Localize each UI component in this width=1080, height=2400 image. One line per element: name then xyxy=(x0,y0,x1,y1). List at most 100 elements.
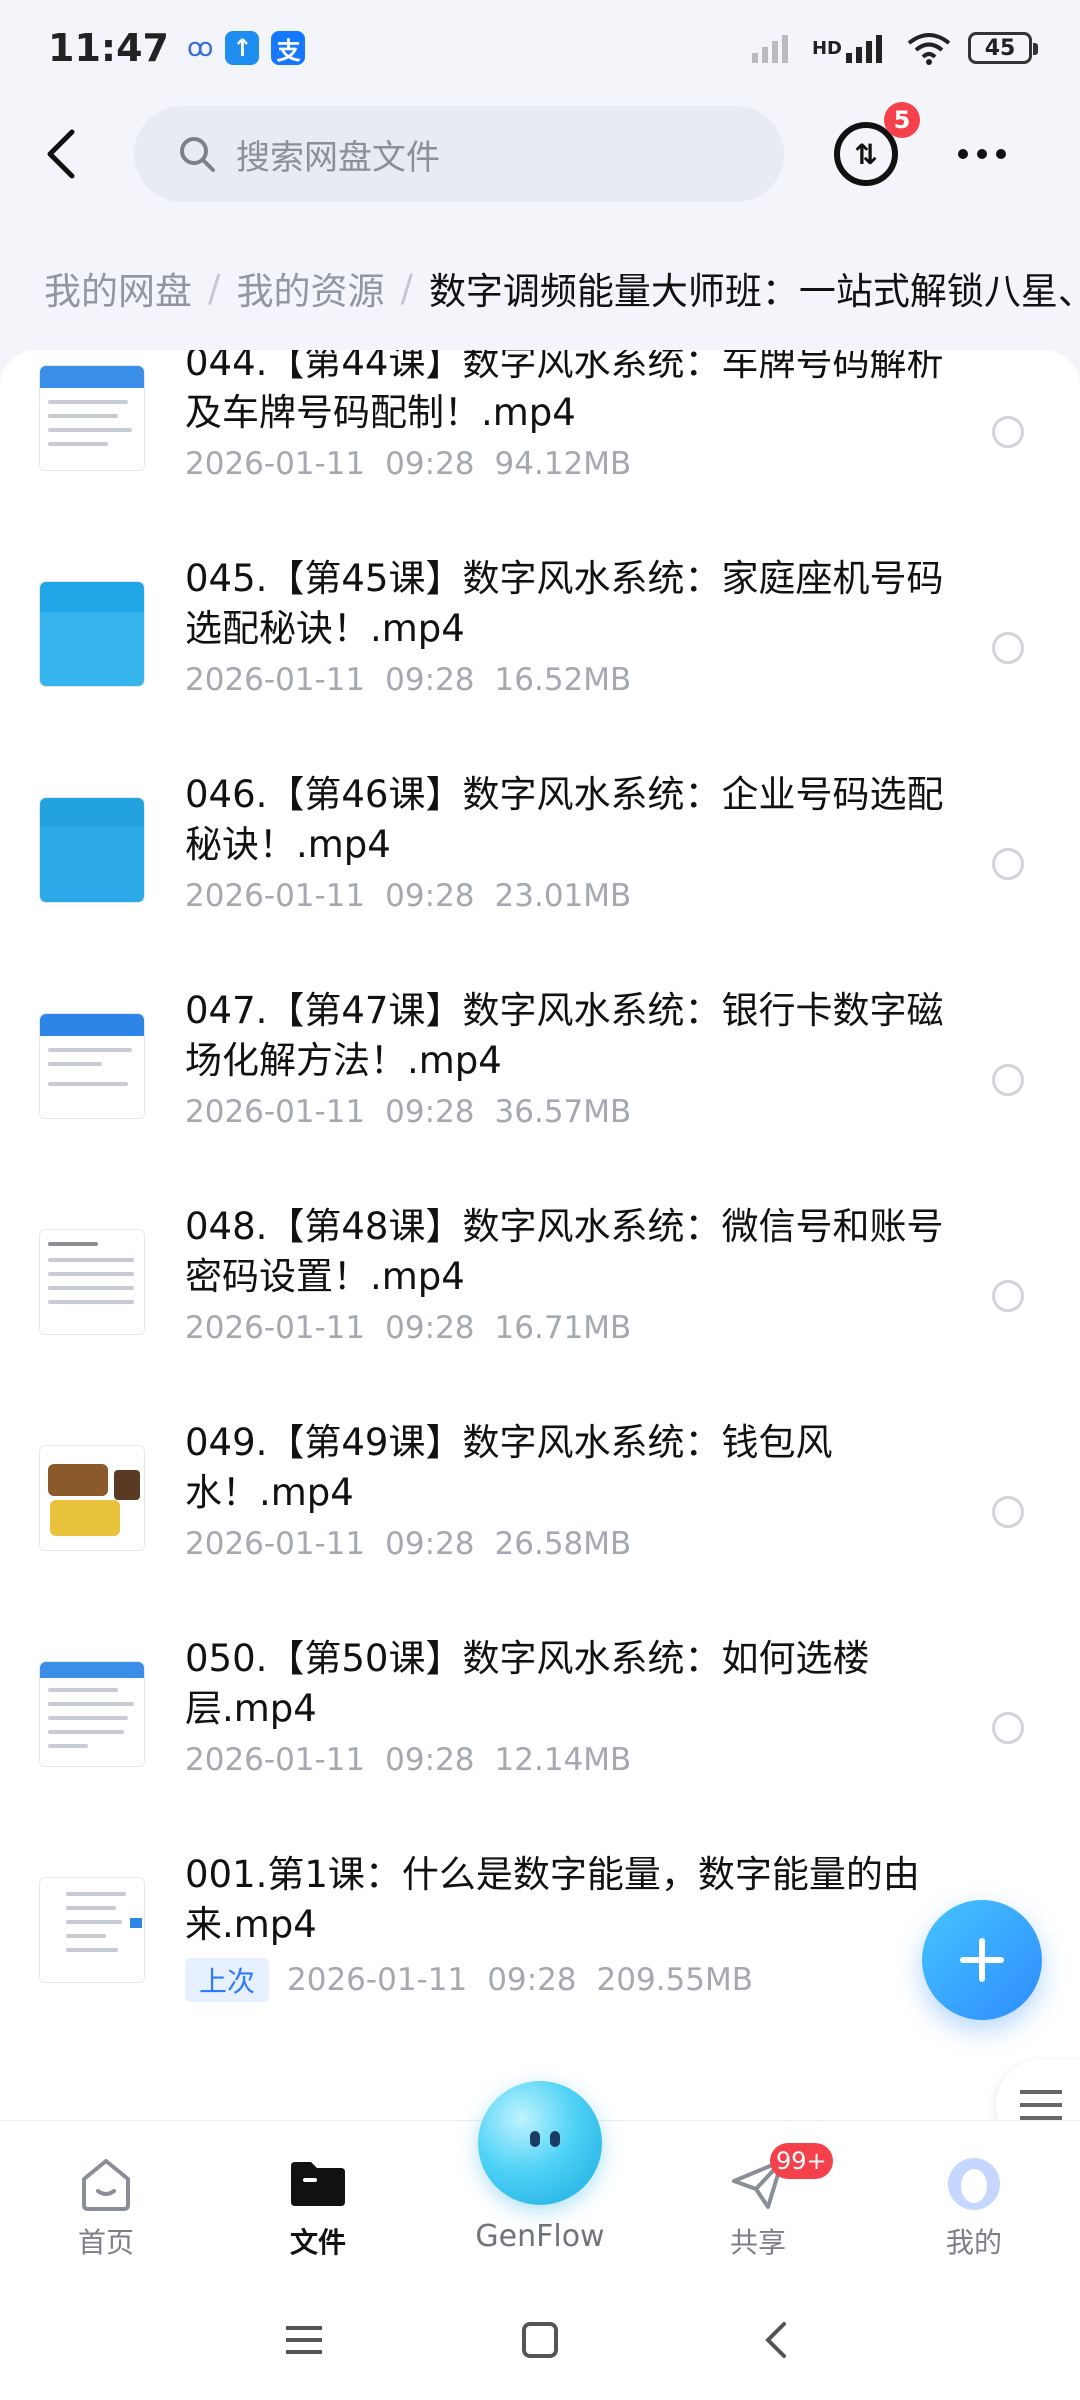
recent-apps-button[interactable] xyxy=(274,2310,334,2370)
tab-label: 我的 xyxy=(945,2226,1002,2259)
file-size: 36.57MB xyxy=(494,1094,632,1130)
file-row[interactable]: 046.【第46课】数字风水系统：企业号码选配秘诀！.mp4 2026-01-1… xyxy=(0,756,1080,972)
wifi-icon xyxy=(907,33,951,65)
breadcrumb: 我的网盘 / 我的资源 / 数字调频能量大师班：一站式解锁八星、 xyxy=(0,248,1080,328)
file-size: 209.55MB xyxy=(596,1962,754,1998)
transfer-icon: ⇅ xyxy=(854,137,878,171)
video-thumbnail xyxy=(40,1878,144,1982)
file-date: 2026-01-11 xyxy=(185,1526,366,1562)
upload-app-icon: ↑ xyxy=(225,31,260,65)
file-row[interactable]: 047.【第47课】数字风水系统：银行卡数字磁场化解方法！.mp4 2026-0… xyxy=(0,972,1080,1188)
file-meta: 2026-01-11 09:28 26.58MB xyxy=(185,1526,631,1562)
file-meta: 2026-01-11 09:28 12.14MB xyxy=(185,1742,631,1778)
file-date: 2026-01-11 xyxy=(185,1094,366,1130)
battery-indicator: 45 xyxy=(968,32,1038,64)
file-size: 16.71MB xyxy=(494,1310,632,1346)
search-icon xyxy=(180,137,215,172)
file-time: 09:28 xyxy=(487,1962,577,1998)
genflow-orb-icon[interactable] xyxy=(478,2081,602,2205)
back-button[interactable] xyxy=(30,124,90,184)
video-thumbnail xyxy=(40,798,144,902)
file-name: 049.【第49课】数字风水系统：钱包风水！.mp4 xyxy=(185,1421,833,1514)
tab-home[interactable]: 首页 xyxy=(36,2153,176,2261)
file-row[interactable]: 049.【第49课】数字风水系统：钱包风水！.mp4 2026-01-11 09… xyxy=(0,1404,1080,1620)
more-dot-icon xyxy=(977,149,987,159)
select-radio[interactable] xyxy=(992,1064,1024,1096)
file-date: 2026-01-11 xyxy=(185,878,366,914)
search-input[interactable]: 搜索网盘文件 xyxy=(134,106,784,202)
file-meta: 2026-01-11 09:28 16.52MB xyxy=(185,662,631,698)
select-radio[interactable] xyxy=(992,416,1024,448)
video-thumbnail xyxy=(40,1230,144,1334)
file-date: 2026-01-11 xyxy=(185,446,366,482)
file-date: 2026-01-11 xyxy=(185,1310,366,1346)
file-name: 001.第1课：什么是数字能量，数字能量的由来.mp4 xyxy=(185,1853,920,1946)
system-nav-bar xyxy=(0,2280,1080,2400)
file-name: 046.【第46课】数字风水系统：企业号码选配秘诀！.mp4 xyxy=(185,773,944,866)
file-date: 2026-01-11 xyxy=(185,1742,366,1778)
file-row[interactable]: 050.【第50课】数字风水系统：如何选楼层.mp4 2026-01-11 09… xyxy=(0,1620,1080,1836)
file-time: 09:28 xyxy=(385,878,475,914)
transfer-button[interactable]: ⇅ 5 xyxy=(834,102,920,186)
back-arrow-icon xyxy=(47,129,75,179)
file-row[interactable]: 001.第1课：什么是数字能量，数字能量的由来.mp4 上次 2026-01-1… xyxy=(0,1836,1080,2052)
file-meta: 2026-01-11 09:28 16.71MB xyxy=(185,1310,631,1346)
status-time: 11:47 xyxy=(48,26,169,70)
status-right: HD 45 xyxy=(751,31,1038,65)
breadcrumb-current: 数字调频能量大师班：一站式解锁八星、 xyxy=(428,270,1080,313)
file-size: 26.58MB xyxy=(494,1526,632,1562)
breadcrumb-item[interactable]: 我的资源 xyxy=(236,261,384,315)
select-radio[interactable] xyxy=(992,632,1024,664)
menu-lines-icon xyxy=(286,2326,322,2354)
tab-label: 首页 xyxy=(77,2226,134,2259)
file-time: 09:28 xyxy=(385,1310,475,1346)
home-icon xyxy=(82,2159,130,2211)
file-row[interactable]: 045.【第45课】数字风水系统：家庭座机号码选配秘诀！.mp4 2026-01… xyxy=(0,540,1080,756)
more-button[interactable] xyxy=(958,149,1006,159)
file-meta: 2026-01-11 09:28 36.57MB xyxy=(185,1094,631,1130)
select-radio[interactable] xyxy=(992,1280,1024,1312)
file-name: 050.【第50课】数字风水系统：如何选楼层.mp4 xyxy=(185,1637,870,1730)
square-icon xyxy=(522,2322,558,2358)
bottom-tab-bar: 首页 文件 GenFlow 99+ 共享 我的 xyxy=(0,2081,1080,2280)
folder-icon xyxy=(291,2162,345,2206)
plus-icon xyxy=(960,1938,1004,1982)
file-time: 09:28 xyxy=(385,1094,475,1130)
video-thumbnail xyxy=(40,366,144,470)
file-size: 12.14MB xyxy=(494,1742,632,1778)
file-row[interactable]: 048.【第48课】数字风水系统：微信号和账号密码设置！.mp4 2026-01… xyxy=(0,1188,1080,1404)
transfer-badge: 5 xyxy=(884,102,920,138)
file-name: 047.【第47课】数字风水系统：银行卡数字磁场化解方法！.mp4 xyxy=(185,989,944,1082)
file-name: 045.【第45课】数字风水系统：家庭座机号码选配秘诀！.mp4 xyxy=(185,557,944,650)
search-placeholder: 搜索网盘文件 xyxy=(236,137,440,178)
file-meta: 2026-01-11 09:28 94.12MB xyxy=(185,446,631,482)
select-radio[interactable] xyxy=(992,1712,1024,1744)
home-nav-button[interactable] xyxy=(510,2310,570,2370)
alipay-icon: 支 xyxy=(271,31,306,65)
top-bar: 搜索网盘文件 ⇅ 5 xyxy=(0,96,1080,212)
select-radio[interactable] xyxy=(992,848,1024,880)
file-time: 09:28 xyxy=(385,1742,475,1778)
more-dot-icon xyxy=(996,149,1006,159)
tab-profile[interactable]: 我的 xyxy=(904,2153,1044,2261)
file-size: 94.12MB xyxy=(494,446,632,482)
signal-icon xyxy=(751,35,788,63)
file-time: 09:28 xyxy=(385,1526,475,1562)
back-nav-button[interactable] xyxy=(746,2310,806,2370)
file-row[interactable]: 044.【第44课】数字风水系统：车牌号码解析及车牌号码配制！.mp4 2026… xyxy=(0,350,1080,540)
tab-label: 共享 xyxy=(729,2226,786,2259)
file-meta: 上次 2026-01-11 09:28 209.55MB xyxy=(185,1958,753,2002)
file-size: 16.52MB xyxy=(494,662,632,698)
breadcrumb-item[interactable]: 我的网盘 xyxy=(44,261,192,315)
last-played-tag: 上次 xyxy=(185,1958,270,2002)
video-thumbnail xyxy=(40,1446,144,1550)
select-radio[interactable] xyxy=(992,1496,1024,1528)
tab-share[interactable]: 99+ 共享 xyxy=(688,2143,833,2261)
tab-files[interactable]: 文件 xyxy=(248,2153,388,2261)
tab-genflow-label[interactable]: GenFlow xyxy=(440,2219,640,2254)
file-list: 044.【第44课】数字风水系统：车牌号码解析及车牌号码配制！.mp4 2026… xyxy=(0,350,1080,2120)
status-bar: 11:47 ꝏ ↑ 支 HD 45 xyxy=(0,0,1080,96)
add-button[interactable] xyxy=(922,1900,1042,2020)
avatar-icon xyxy=(948,2158,1000,2210)
breadcrumb-separator: / xyxy=(400,266,413,310)
